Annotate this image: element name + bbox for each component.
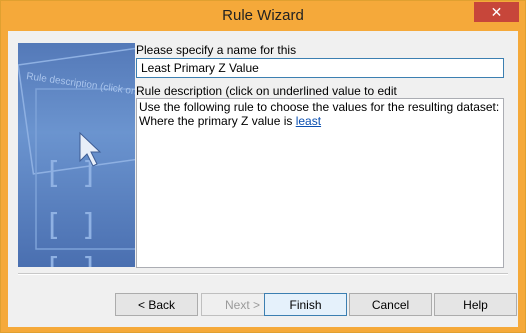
dialog-body: Rule description (click on [ ] [ ] [ ] P… [8, 31, 518, 327]
description-line-1: Use the following rule to choose the val… [139, 100, 500, 114]
name-label: Please specify a name for this [136, 43, 297, 57]
separator [18, 273, 508, 275]
svg-text:[ ]: [ ] [44, 252, 98, 267]
svg-text:[ ]: [ ] [44, 208, 98, 243]
title-bar[interactable]: Rule Wizard ✕ [1, 1, 525, 31]
rule-description-box[interactable]: Use the following rule to choose the val… [136, 98, 504, 268]
least-value-link[interactable]: least [296, 114, 321, 128]
wizard-side-image: Rule description (click on [ ] [ ] [ ] [18, 43, 135, 267]
description-label: Rule description (click on underlined va… [136, 84, 397, 98]
close-button[interactable]: ✕ [474, 2, 519, 22]
cancel-button[interactable]: Cancel [349, 293, 432, 316]
help-button[interactable]: Help [434, 293, 517, 316]
rule-wizard-window: Rule Wizard ✕ Rule description (click on… [0, 0, 526, 333]
finish-button[interactable]: Finish [264, 293, 347, 316]
svg-text:[ ]: [ ] [44, 156, 98, 191]
wizard-illustration: Rule description (click on [ ] [ ] [ ] [18, 47, 135, 267]
description-line-2: Where the primary Z value is least [139, 114, 501, 128]
window-title: Rule Wizard [222, 7, 304, 24]
rule-name-input[interactable] [136, 58, 504, 78]
illustration-caption: Rule description (click on [26, 71, 135, 97]
close-icon: ✕ [490, 4, 503, 20]
description-line-2-prefix: Where the primary Z value is [139, 114, 296, 128]
back-button[interactable]: < Back [115, 293, 198, 316]
